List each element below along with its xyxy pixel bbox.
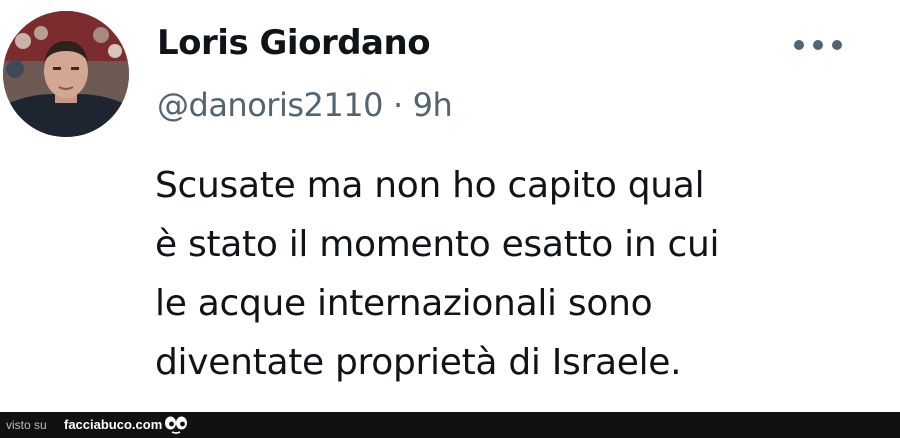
author-handle[interactable]: @danoris2110: [157, 86, 383, 124]
tweet-card[interactable]: Loris Giordano @danoris2110 · 9h Scusate m…: [0, 0, 900, 412]
more-options-button[interactable]: [790, 34, 846, 56]
avatar-photo: [3, 11, 129, 137]
watermark-prefix: visto su: [6, 418, 47, 432]
author-name[interactable]: Loris Giordano: [157, 22, 431, 64]
tweet-timestamp[interactable]: 9h: [413, 86, 453, 124]
watermark-bar: visto su facciabuco.com: [0, 412, 900, 438]
tweet-meta: @danoris2110 · 9h: [157, 85, 453, 125]
avatar[interactable]: [3, 11, 129, 137]
eyes-icon: [164, 415, 188, 435]
meta-separator: ·: [392, 86, 403, 124]
watermark-site[interactable]: facciabuco.com: [64, 416, 162, 433]
tweet-text: Scusate ma non ho capito qual è stato il…: [155, 165, 720, 383]
more-horizontal-icon: [794, 40, 842, 50]
